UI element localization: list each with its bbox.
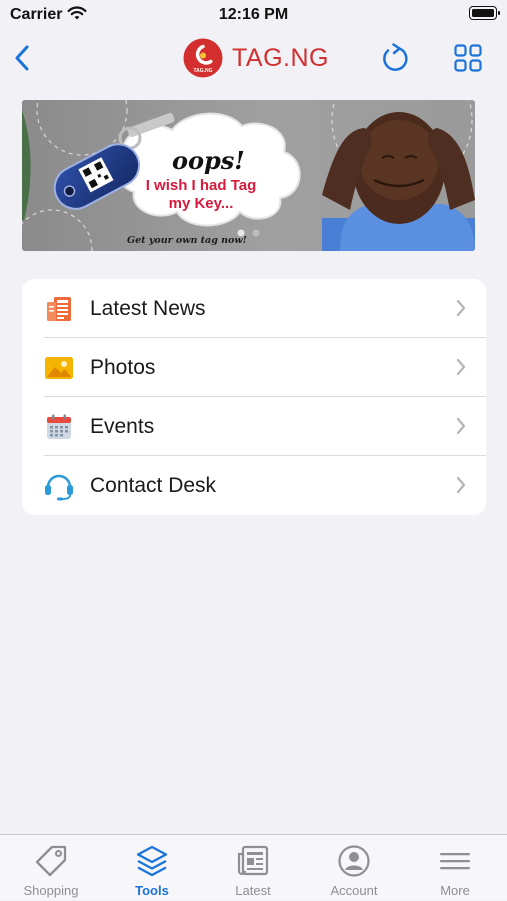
chevron-right-icon — [456, 299, 466, 317]
menu-item-latest-news[interactable]: Latest News — [22, 279, 486, 338]
newspaper-icon — [44, 295, 74, 323]
clock: 12:16 PM — [218, 6, 289, 23]
brand-logo-text: TAG.NG — [193, 68, 212, 74]
tab-latest[interactable]: Latest — [202, 835, 304, 901]
chevron-left-icon — [15, 45, 29, 71]
brand-logo: TAG.NG — [183, 38, 223, 78]
account-icon — [336, 843, 372, 879]
promo-banner[interactable]: oops! I wish I had Tag my Key... Get you… — [22, 100, 475, 251]
menu-item-label: Contact Desk — [90, 473, 217, 497]
navigation-bar: TAG.NG TAG.NG — [0, 30, 507, 86]
tab-tools[interactable]: Tools — [101, 835, 203, 901]
tab-bar: Shopping Tools Latest Account More — [0, 834, 507, 900]
brand-title: TAG.NG TAG.NG — [183, 38, 329, 78]
tab-label: Shopping — [23, 883, 79, 898]
news-icon — [235, 843, 271, 879]
menu-item-label: Latest News — [90, 296, 206, 320]
tab-label: More — [440, 883, 470, 898]
banner-tagline: Get your own tag now! — [127, 235, 247, 246]
menu-icon — [437, 843, 473, 879]
headset-icon — [44, 472, 74, 501]
tab-label: Latest — [235, 883, 271, 898]
chevron-right-icon — [456, 358, 466, 376]
grid-view-button[interactable] — [448, 38, 488, 78]
chevron-right-icon — [456, 476, 466, 494]
menu-item-label: Photos — [90, 355, 156, 379]
refresh-button[interactable] — [375, 38, 415, 78]
tab-label: Account — [330, 883, 378, 898]
battery-icon — [469, 6, 500, 20]
calendar-icon — [44, 413, 74, 441]
tab-label: Tools — [135, 883, 169, 898]
layers-icon — [134, 843, 170, 879]
menu-item-contact-desk[interactable]: Contact Desk — [22, 456, 486, 515]
banner-headline: oops! — [172, 146, 245, 175]
status-bar: Carrier 12:16 PM — [0, 0, 507, 30]
back-button[interactable] — [2, 38, 42, 78]
grid-icon — [454, 44, 482, 72]
chevron-right-icon — [456, 417, 466, 435]
tab-account[interactable]: Account — [303, 835, 405, 901]
menu-item-photos[interactable]: Photos — [22, 338, 486, 397]
tab-shopping[interactable]: Shopping — [0, 835, 102, 901]
menu-item-events[interactable]: Events — [22, 397, 486, 456]
banner-message: I wish I had Tag my Key... — [145, 177, 257, 212]
photos-icon — [44, 354, 74, 382]
menu-list: Latest News Photos Events Contact Desk — [22, 279, 486, 515]
banner-illustration — [22, 100, 475, 251]
refresh-icon — [383, 43, 408, 71]
tab-more[interactable]: More — [404, 835, 506, 901]
menu-item-label: Events — [90, 414, 155, 438]
tag-icon — [33, 843, 69, 879]
page-title: TAG.NG — [232, 43, 329, 72]
